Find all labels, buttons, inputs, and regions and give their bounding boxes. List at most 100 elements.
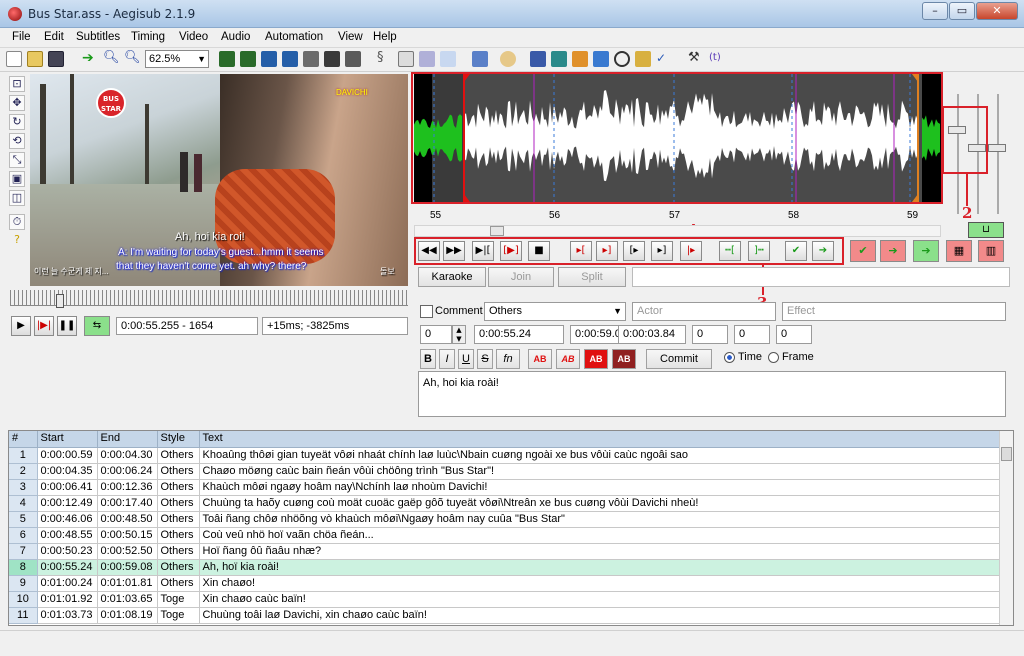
table-row[interactable]: 5 0:00:46.06 0:00:48.50 Others Toâi ñang chô… <box>9 511 1000 528</box>
subtitle-grid[interactable]: # Start End Style Text 1 0:00:00.59 0:00:0… <box>8 430 1014 626</box>
kanji-timer-icon[interactable] <box>551 51 567 67</box>
menu-subtitles[interactable]: Subtitles <box>76 31 120 43</box>
video-display[interactable]: BUS STAR DAVICHI Ah, hoi kia roi! A: I'm… <box>30 74 408 286</box>
table-row[interactable]: 10 0:01:01.92 0:01:03.65 Toge Xin chaøo caùc… <box>9 591 1000 608</box>
margin-vertical-input[interactable]: 0 <box>776 325 812 344</box>
table-row[interactable]: 1 0:00:00.59 0:00:04.30 Others Khoaûng thôøi… <box>9 447 1000 464</box>
zoom-out-icon[interactable]: 🔍︎ <box>124 51 141 67</box>
commit-button[interactable]: Commit <box>646 349 712 369</box>
auto-goto-toggle[interactable]: ➔ <box>913 240 939 262</box>
menu-view[interactable]: View <box>338 31 363 43</box>
clip-tool-icon[interactable]: ▣ <box>9 171 25 187</box>
menu-automation[interactable]: Automation <box>265 31 323 43</box>
spellcheck-icon[interactable] <box>635 51 651 67</box>
automation-icon[interactable] <box>500 51 516 67</box>
menu-video[interactable]: Video <box>179 31 208 43</box>
margin-left-input[interactable]: 0 <box>692 325 728 344</box>
shadow-color-button[interactable]: AB <box>612 349 636 369</box>
snap-both-icon[interactable] <box>324 51 340 67</box>
strikeout-button[interactable]: S <box>477 349 493 369</box>
play-line-button[interactable]: |▶| <box>34 316 54 336</box>
underline-button[interactable]: U <box>458 349 474 369</box>
zoom-in-icon[interactable]: 🔍︎ <box>103 51 120 67</box>
menu-file[interactable]: File <box>12 31 31 43</box>
rotate-xy-icon[interactable]: ⟲ <box>9 133 25 149</box>
table-row[interactable]: 11 0:01:03.73 0:01:08.19 Toge Chuùng toâi la… <box>9 607 1000 624</box>
italic-button[interactable]: I <box>439 349 455 369</box>
menu-timing[interactable]: Timing <box>131 31 165 43</box>
audio-goto-button[interactable]: ➔ <box>880 240 906 262</box>
karaoke-button[interactable]: Karaoke <box>418 267 486 287</box>
snap-scene-icon[interactable] <box>345 51 361 67</box>
link-slider[interactable] <box>988 144 1006 152</box>
link-zoom-toggle[interactable]: ⊔ <box>968 222 1004 238</box>
subtitle-text-editor[interactable]: Ah, hoi kia roài! <box>418 371 1006 417</box>
style-select[interactable]: Others ▼ <box>484 302 626 321</box>
standard-tool-icon[interactable]: ⊡ <box>9 76 25 92</box>
table-row[interactable]: 2 0:00:04.35 0:00:06.24 Others Chaøo möøng c… <box>9 463 1000 480</box>
timing-post-icon[interactable] <box>530 51 546 67</box>
scroll-thumb[interactable] <box>490 226 504 236</box>
jump-video-end-icon[interactable] <box>240 51 256 67</box>
minimize-button[interactable]: – <box>922 2 948 20</box>
stop-button[interactable]: ❚❚ <box>57 316 77 336</box>
karaoke-field[interactable] <box>632 267 1010 287</box>
new-file-icon[interactable] <box>6 51 22 67</box>
snap-end-icon[interactable] <box>303 51 319 67</box>
comment-checkbox[interactable] <box>420 305 433 318</box>
help-icon[interactable]: ? <box>9 233 25 249</box>
actor-input[interactable]: Actor <box>632 302 776 321</box>
bold-button[interactable]: B <box>420 349 436 369</box>
play-button[interactable]: ▶ <box>11 316 31 336</box>
close-button[interactable]: ✕ <box>976 2 1018 20</box>
split-button[interactable]: Split <box>558 267 626 287</box>
start-time-input[interactable]: 0:00:55.24 <box>474 325 564 344</box>
outline-color-button[interactable]: AB <box>584 349 608 369</box>
effect-input[interactable]: Effect <box>782 302 1006 321</box>
jump-to-icon[interactable]: ➔ <box>82 51 98 67</box>
font-button[interactable]: fn <box>496 349 520 369</box>
frame-radio[interactable] <box>768 352 779 363</box>
grid-scrollbar[interactable] <box>999 431 1013 625</box>
table-row[interactable]: 6 0:00:48.55 0:00:50.15 Others Coù veû nhö h… <box>9 527 1000 544</box>
table-row[interactable]: 4 0:00:12.49 0:00:17.40 Others Chuùng ta haõ… <box>9 495 1000 512</box>
table-row[interactable]: 7 0:00:50.23 0:00:52.50 Others Hoï ñang ôû ñ… <box>9 543 1000 560</box>
spectrum-toggle[interactable]: ▦ <box>946 240 972 262</box>
realtime-icon[interactable]: ⏱ <box>9 214 25 230</box>
margin-right-input[interactable]: 0 <box>734 325 770 344</box>
fonts-collector-icon[interactable] <box>440 51 456 67</box>
audio-scrollbar[interactable] <box>414 225 941 237</box>
menu-edit[interactable]: Edit <box>44 31 64 43</box>
clock-icon[interactable] <box>614 51 630 67</box>
about-icon[interactable]: (t) <box>709 51 725 67</box>
scale-tool-icon[interactable]: ⤡ <box>9 152 25 168</box>
check-icon[interactable]: ✓ <box>656 51 672 67</box>
menu-help[interactable]: Help <box>373 31 397 43</box>
secondary-color-button[interactable]: AB <box>556 349 580 369</box>
seek-knob[interactable] <box>56 294 64 308</box>
attachments-icon[interactable] <box>419 51 435 67</box>
video-seek-bar[interactable] <box>10 290 408 306</box>
rotate-z-icon[interactable]: ↻ <box>9 114 25 130</box>
join-button[interactable]: Join <box>488 267 554 287</box>
primary-color-button[interactable]: AB <box>528 349 552 369</box>
translation-icon[interactable] <box>593 51 609 67</box>
layer-spin-arrows[interactable]: ▲ ▼ <box>452 325 466 344</box>
video-time-display[interactable]: 0:00:55.255 - 1654 <box>116 317 258 335</box>
vector-clip-icon[interactable]: ◫ <box>9 190 25 206</box>
menu-audio[interactable]: Audio <box>221 31 250 43</box>
table-row[interactable]: 9 0:01:00.24 0:01:01.81 Others Xin chaøo! <box>9 575 1000 592</box>
save-icon[interactable] <box>48 51 64 67</box>
jump-video-start-icon[interactable] <box>219 51 235 67</box>
duration-input[interactable]: 0:00:03.84 <box>618 325 686 344</box>
options-icon[interactable]: ⚒ <box>688 51 704 67</box>
zoom-select[interactable]: 62.5% ▼ <box>145 50 209 68</box>
time-radio[interactable] <box>724 352 735 363</box>
open-folder-icon[interactable] <box>27 51 43 67</box>
grid-scroll-thumb[interactable] <box>1001 447 1012 461</box>
video-details-icon[interactable] <box>261 51 277 67</box>
styles-manager-icon[interactable]: § <box>377 51 393 67</box>
snap-start-icon[interactable] <box>282 51 298 67</box>
properties-icon[interactable] <box>398 51 414 67</box>
resample-icon[interactable] <box>472 51 488 67</box>
